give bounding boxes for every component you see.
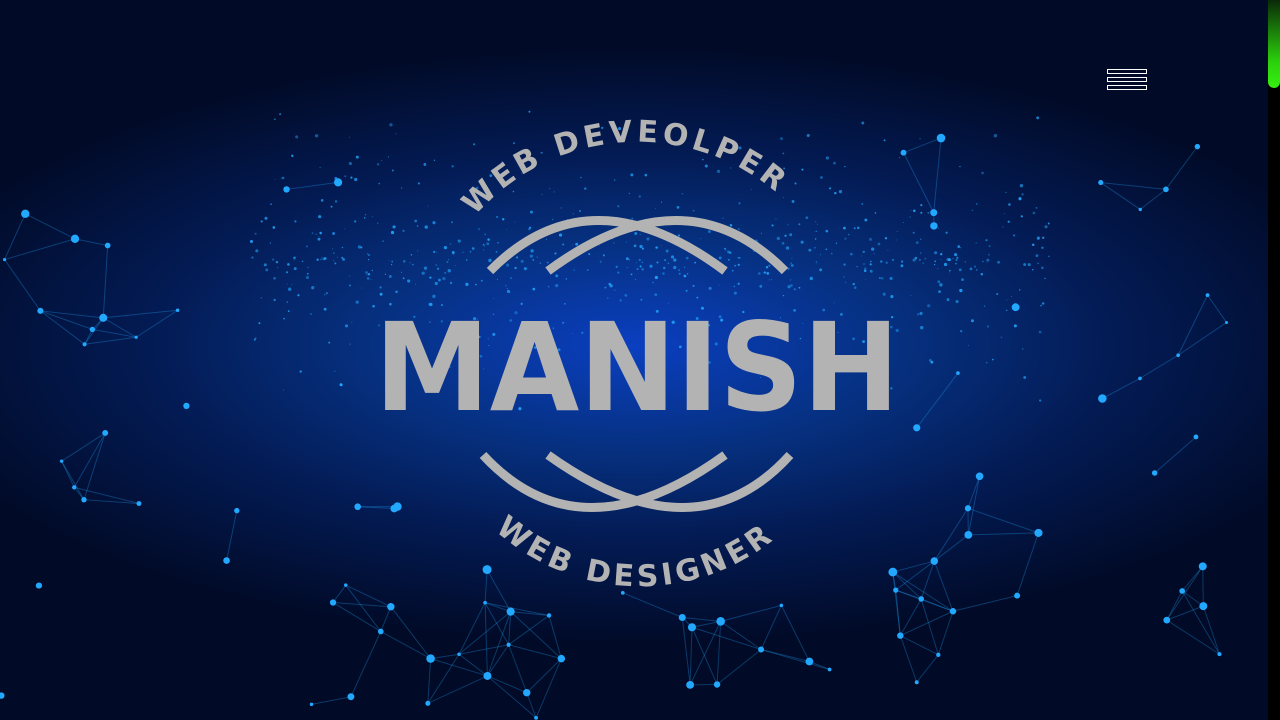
scrollbar[interactable] (1268, 0, 1280, 720)
logo-name: MANISH (375, 297, 900, 439)
top-arc-text: WEB DEVEOLPER (455, 114, 791, 221)
top-arc-left (486, 216, 728, 275)
hamburger-icon (1107, 69, 1147, 74)
scrollbar-thumb[interactable] (1268, 0, 1280, 88)
svg-text:WEB DESIGNER: WEB DESIGNER (490, 509, 781, 594)
hero-section: MANISH WEB DEVEOLPER WEB DESIGNER (0, 0, 1268, 720)
svg-text:WEB DEVEOLPER: WEB DEVEOLPER (455, 114, 795, 221)
bottom-arc-left (479, 451, 728, 512)
top-arc-right (545, 216, 789, 275)
hamburger-menu-button[interactable] (1107, 69, 1147, 90)
logo: MANISH WEB DEVEOLPER WEB DESIGNER (375, 114, 900, 594)
bottom-arc-text: WEB DESIGNER (490, 509, 777, 594)
bottom-arc-right (545, 451, 794, 512)
